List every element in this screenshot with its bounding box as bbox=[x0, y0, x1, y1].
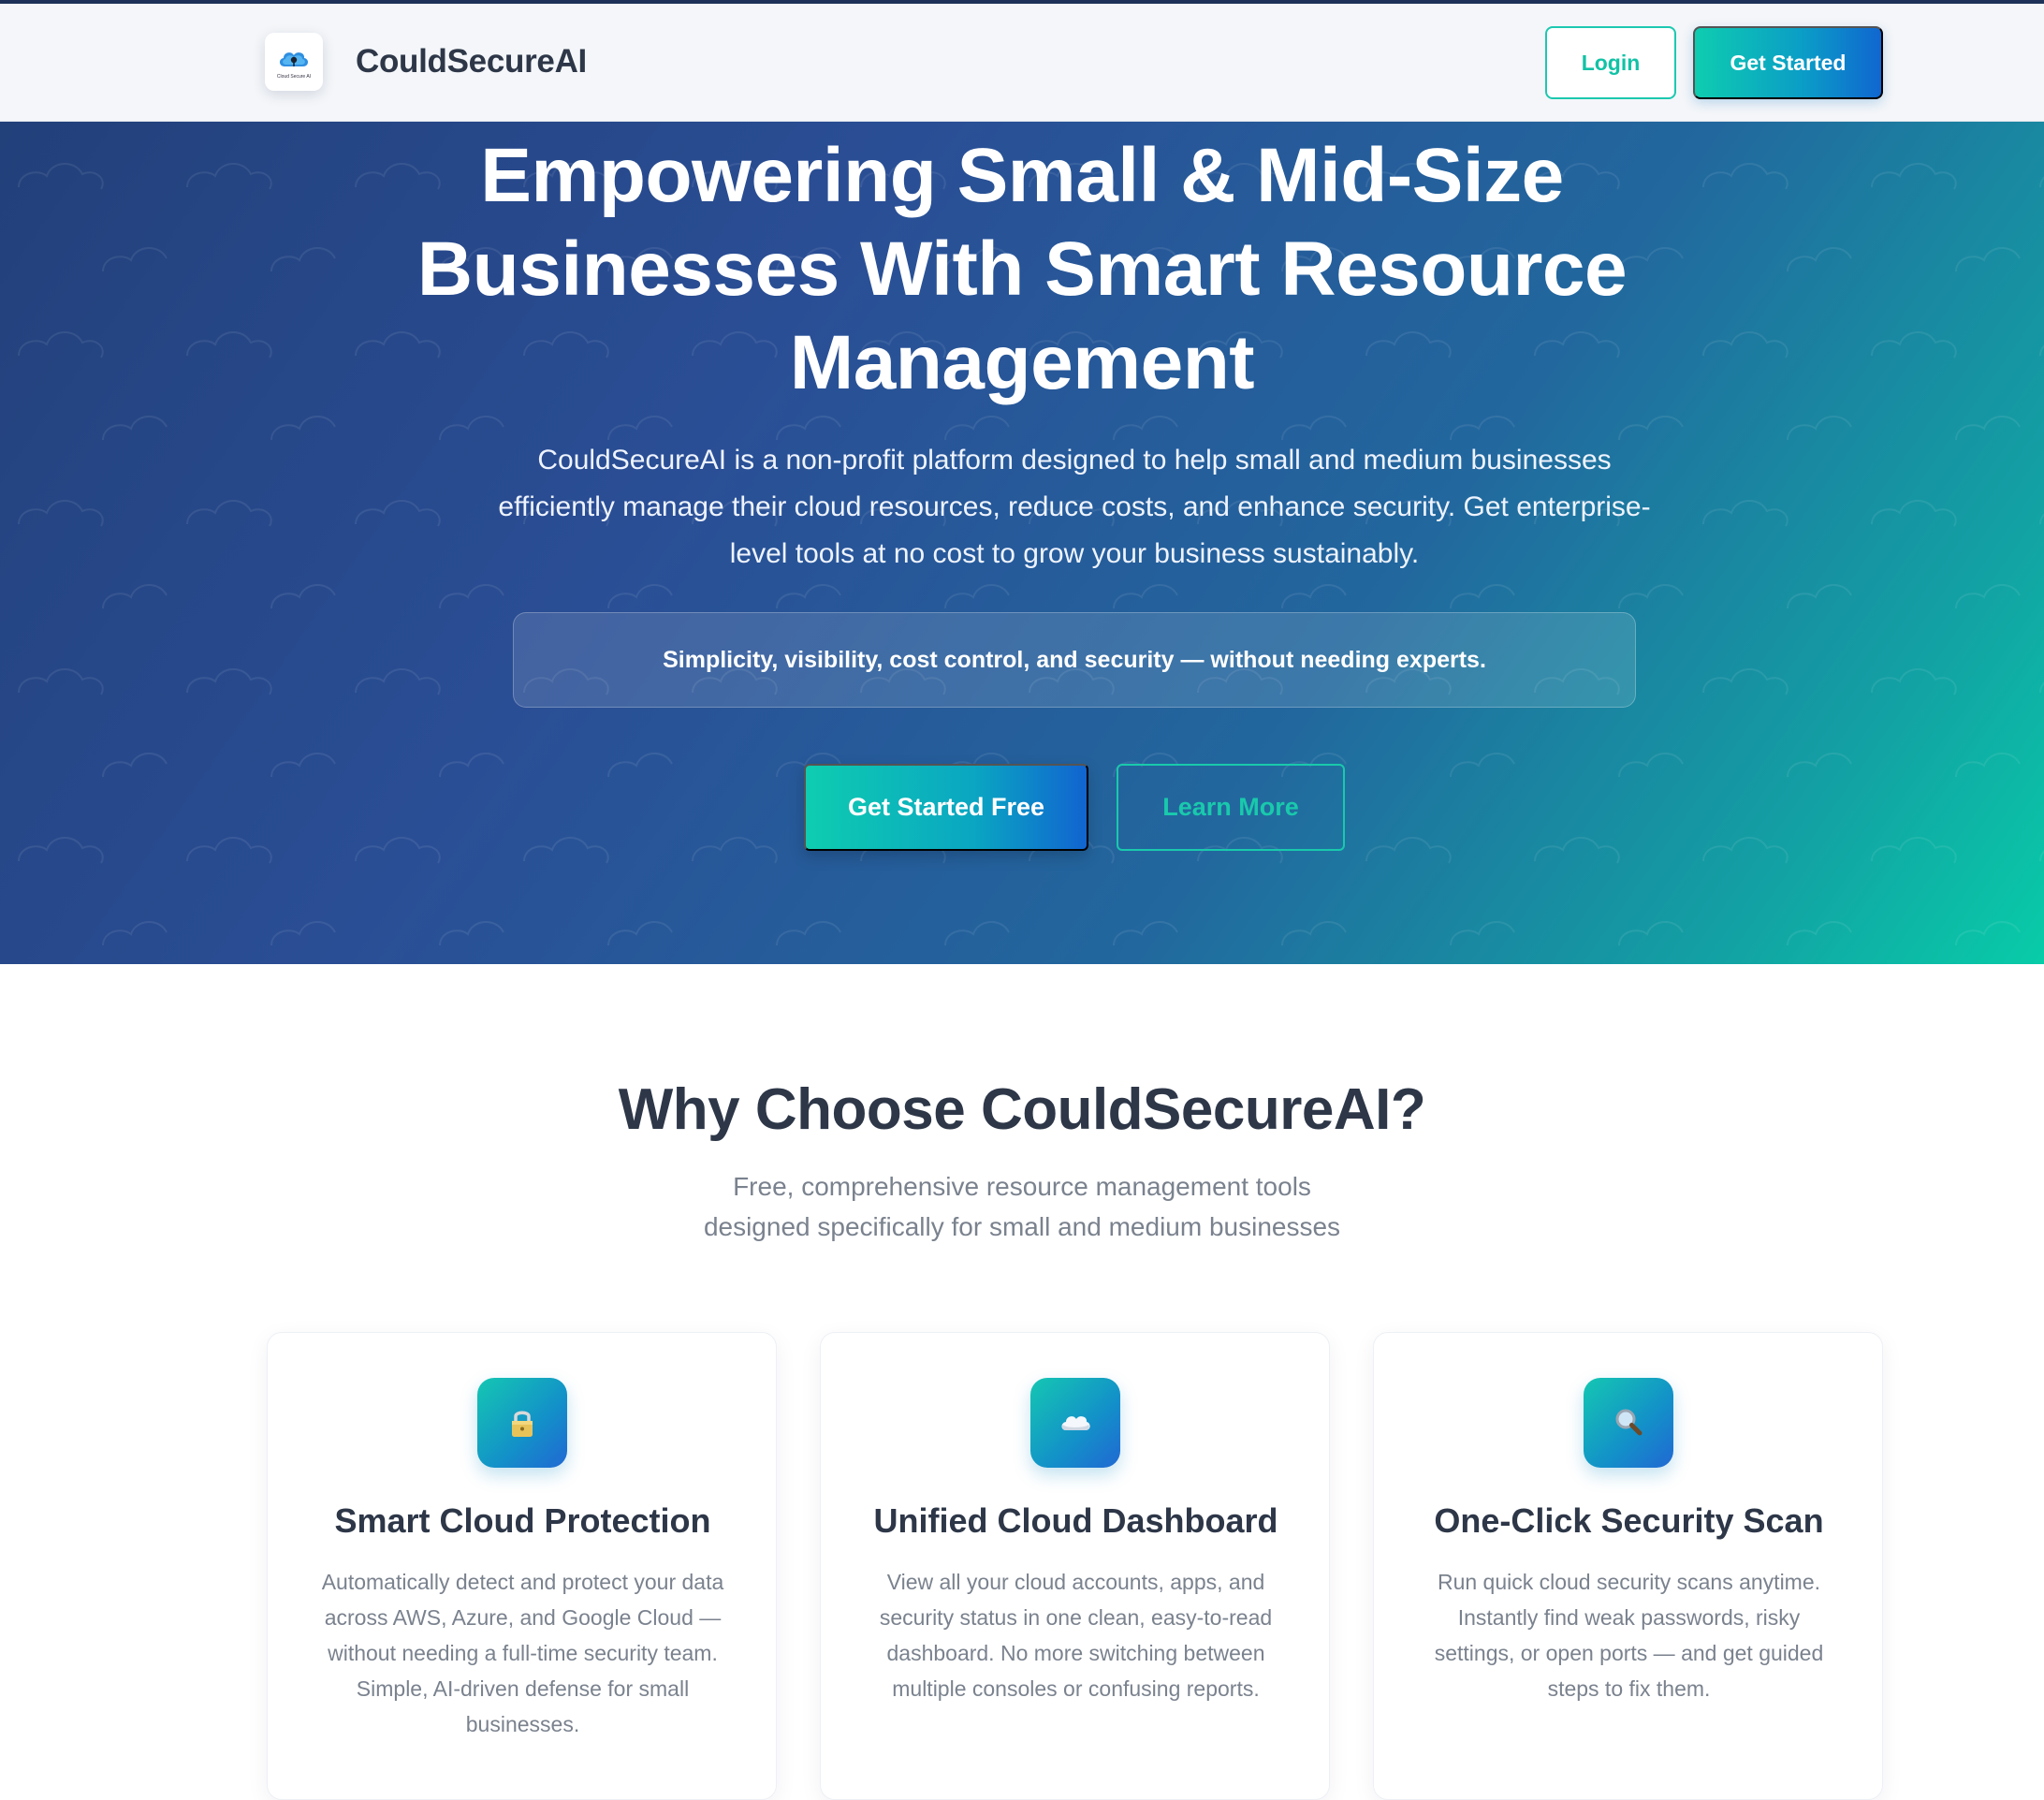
features-subtitle: Free, comprehensive resource management … bbox=[703, 1172, 1341, 1241]
cloud-lock-logo-icon bbox=[279, 52, 309, 66]
feature-card-text: Run quick cloud security scans anytime. … bbox=[1434, 1570, 1824, 1701]
feature-card-title: Smart Cloud Protection bbox=[334, 1501, 711, 1540]
features-title: Why Choose CouldSecureAI? bbox=[618, 1077, 1426, 1142]
learn-more-button[interactable]: Learn More bbox=[1117, 764, 1345, 851]
feature-card-unified-cloud-dashboard: Unified Cloud Dashboard View all your cl… bbox=[820, 1332, 1330, 1800]
feature-card-title: One-Click Security Scan bbox=[1434, 1501, 1824, 1540]
feature-card-text: Automatically detect and protect your da… bbox=[321, 1570, 724, 1736]
logo-caption: Cloud Secure AI bbox=[276, 74, 312, 80]
hero-section: Empowering Small & Mid-Size Businesses W… bbox=[0, 122, 2044, 964]
get-started-button[interactable]: Get Started bbox=[1693, 26, 1883, 99]
feature-card-smart-cloud-protection: Smart Cloud Protection Automatically det… bbox=[267, 1332, 777, 1800]
feature-card-text: View all your cloud accounts, apps, and … bbox=[879, 1570, 1273, 1701]
hero-tagline: Simplicity, visibility, cost control, an… bbox=[663, 646, 1486, 673]
feature-card-title: Unified Cloud Dashboard bbox=[873, 1501, 1278, 1540]
site-header: Cloud Secure AI CouldSecureAI Login Get … bbox=[0, 4, 2044, 122]
hero-tagline-box: Simplicity, visibility, cost control, an… bbox=[513, 612, 1636, 708]
hero-description: CouldSecureAI is a non-profit platform d… bbox=[498, 445, 1651, 569]
magnifier-icon bbox=[1584, 1378, 1673, 1468]
lock-icon bbox=[477, 1378, 567, 1468]
brand-name[interactable]: CouldSecureAI bbox=[356, 43, 587, 80]
brand-logo[interactable]: Cloud Secure AI bbox=[265, 33, 323, 91]
hero-title: Empowering Small & Mid-Size Businesses W… bbox=[416, 133, 1628, 405]
login-button[interactable]: Login bbox=[1545, 26, 1676, 99]
feature-card-one-click-security-scan: One-Click Security Scan Run quick cloud … bbox=[1373, 1332, 1883, 1800]
cloud-icon bbox=[1030, 1378, 1120, 1468]
get-started-free-button[interactable]: Get Started Free bbox=[804, 764, 1088, 851]
